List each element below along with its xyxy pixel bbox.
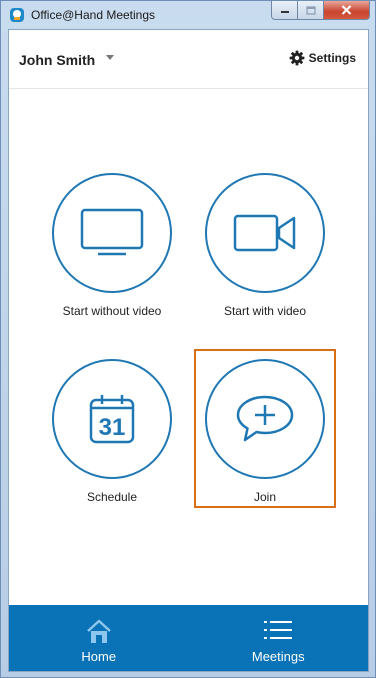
bottom-navigation: Home Meetings [9,605,368,671]
gear-icon [289,50,305,66]
main-panel: John Smith Settings Start without video … [8,29,369,672]
join-label: Join [253,490,276,504]
nav-meetings[interactable]: Meetings [189,605,369,671]
nav-home-label: Home [81,649,117,664]
window-title: Office@Hand Meetings [31,8,156,22]
maximize-icon [305,5,316,15]
user-name[interactable]: John Smith [19,52,95,68]
start-with-video-circle [205,173,325,293]
close-icon [341,5,352,15]
settings-button[interactable]: Settings [289,50,356,66]
schedule-label: Schedule [86,490,138,504]
title-bar[interactable]: Office@Hand Meetings [1,1,375,29]
close-button[interactable] [324,1,370,20]
user-menu-caret-icon[interactable] [106,55,114,60]
start-with-video-label: Start with video [223,304,307,318]
schedule-button[interactable]: 31 Schedule [42,359,182,504]
start-with-video-button[interactable]: Start with video [195,173,335,318]
join-circle [205,359,325,479]
nav-home[interactable]: Home [9,605,189,671]
chat-plus-icon [236,395,294,442]
maximize-button[interactable] [298,1,324,20]
video-camera-icon [233,214,296,252]
settings-label: Settings [308,51,356,65]
list-icon [264,621,293,639]
nav-meetings-label: Meetings [251,649,305,664]
minimize-button[interactable] [271,1,298,20]
app-window: Office@Hand Meetings John Smith Settings… [0,0,376,678]
calendar-icon: 31 [89,395,135,444]
app-logo-icon [10,8,24,22]
monitor-icon [80,208,144,256]
window-controls [271,1,370,20]
start-without-video-button[interactable]: Start without video [42,173,182,318]
header: John Smith Settings [9,30,368,89]
join-button[interactable]: Join [195,359,335,504]
schedule-circle: 31 [52,359,172,479]
minimize-icon [280,11,289,13]
start-without-video-label: Start without video [62,304,162,318]
start-without-video-circle [52,173,172,293]
home-icon [86,619,111,643]
calendar-day-number: 31 [99,414,126,441]
